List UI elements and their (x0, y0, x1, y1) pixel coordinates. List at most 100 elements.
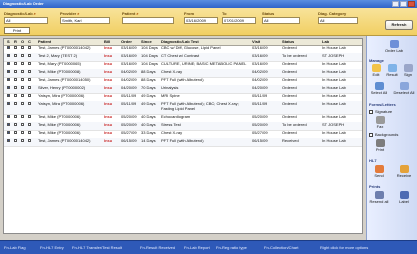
from-date-input[interactable]: 03/16/2009 (184, 17, 218, 24)
row-checkbox[interactable] (28, 62, 31, 65)
signature-checkbox[interactable]: Signature (369, 109, 392, 114)
row-checkbox[interactable] (14, 62, 17, 65)
backgrounds-checkbox-box[interactable] (369, 132, 373, 137)
row-checkbox[interactable] (7, 46, 10, 49)
row-checkbox[interactable] (21, 115, 24, 118)
fax-button[interactable]: Fax (371, 116, 389, 129)
refresh-button[interactable]: Refresh (385, 20, 413, 30)
row-checkbox[interactable] (7, 78, 10, 81)
receive-button[interactable]: Receive (392, 165, 416, 178)
row-checkbox[interactable] (21, 54, 24, 57)
patient-filter-label: Patient (122, 11, 136, 16)
edit-button[interactable]: Edit (368, 64, 384, 77)
row-checkbox[interactable] (21, 102, 24, 105)
row-checkbox[interactable] (28, 94, 31, 97)
cell-patient: Yatsyn, Mira (PT0000006) (38, 94, 85, 98)
row-checkbox[interactable] (28, 78, 31, 81)
row-checkbox[interactable] (28, 54, 31, 57)
status-item: Fn-Result Received (140, 245, 176, 250)
maximize-icon[interactable] (400, 1, 407, 7)
status-filter-select[interactable]: All (262, 17, 300, 24)
row-checkbox[interactable] (7, 123, 10, 126)
row-checkbox[interactable] (14, 115, 17, 118)
row-checkbox[interactable] (28, 131, 31, 134)
row-checkbox[interactable] (14, 86, 17, 89)
row-checkbox[interactable] (21, 131, 24, 134)
search-icon[interactable]: ⌕ (34, 11, 36, 16)
row-checkbox[interactable] (14, 70, 17, 73)
lab-filter-select[interactable]: All (4, 17, 48, 24)
row-checkbox[interactable] (14, 54, 17, 57)
row-checkbox[interactable] (7, 86, 10, 89)
cell-order: 06/15/09 (121, 139, 137, 143)
table-row[interactable]: Yatsyn, Mira (PT0000006) Insu 05/11/09 49 D… (4, 101, 362, 115)
search-icon[interactable]: ⌕ (77, 11, 79, 16)
minimize-icon[interactable] (392, 1, 399, 7)
result-button[interactable]: Result (384, 64, 400, 77)
cell-test: CBC w/ Diff, Glucose, Lipid Panel (161, 46, 221, 50)
row-checkbox[interactable] (14, 102, 17, 105)
row-checkbox[interactable] (7, 115, 10, 118)
diag-category-select[interactable]: All (318, 17, 358, 24)
row-checkbox[interactable] (21, 46, 24, 49)
backgrounds-checkbox[interactable]: Backgrounds (369, 132, 398, 137)
row-checkbox[interactable] (14, 46, 17, 49)
row-checkbox[interactable] (7, 70, 10, 73)
select-all-button[interactable]: Select All (368, 82, 390, 95)
order-lab-button[interactable]: Order Lab (381, 40, 407, 53)
row-checkbox[interactable] (14, 139, 17, 142)
row-checkbox[interactable] (7, 54, 10, 57)
resend-all-button[interactable]: Resend all (368, 191, 390, 204)
cell-since: 104 Days (141, 54, 158, 58)
close-icon[interactable] (408, 1, 415, 7)
row-checkbox[interactable] (28, 139, 31, 142)
row-checkbox[interactable] (7, 62, 10, 65)
row-checkbox[interactable] (7, 139, 10, 142)
signature-checkbox-box[interactable] (369, 109, 373, 114)
cell-lab: In House Lab (322, 78, 346, 82)
row-checkbox[interactable] (21, 139, 24, 142)
row-checkbox[interactable] (14, 131, 17, 134)
row-checkbox[interactable] (7, 131, 10, 134)
row-checkbox[interactable] (21, 70, 24, 73)
cell-status: Ordered (282, 94, 297, 98)
cell-order: 04/20/09 (121, 86, 137, 90)
send-button[interactable]: Send (368, 165, 390, 178)
deselect-all-button[interactable]: Deselect All (392, 82, 416, 95)
row-checkbox[interactable] (21, 94, 24, 97)
row-checkbox[interactable] (28, 70, 31, 73)
cell-status: Ordered (282, 46, 297, 50)
print-button[interactable]: Print (371, 139, 389, 152)
row-checkbox[interactable] (14, 78, 17, 81)
row-checkbox[interactable] (28, 115, 31, 118)
row-checkbox[interactable] (28, 123, 31, 126)
cell-order: 05/20/09 (121, 115, 137, 119)
provider-filter-select[interactable]: Smith, Karl (60, 17, 110, 24)
status-item: Fn-Lab Flag (4, 245, 26, 250)
row-checkbox[interactable] (14, 94, 17, 97)
patient-filter: Patient⌕ (122, 11, 174, 24)
row-checkbox[interactable] (28, 86, 31, 89)
row-checkbox[interactable] (21, 62, 24, 65)
to-date-input[interactable]: 07/01/2009 (222, 17, 256, 24)
row-checkbox[interactable] (28, 102, 31, 105)
row-checkbox[interactable] (7, 94, 10, 97)
row-checkbox[interactable] (7, 102, 10, 105)
row-checkbox[interactable] (28, 46, 31, 49)
cell-status: Received (282, 139, 299, 143)
row-checkbox[interactable] (21, 123, 24, 126)
label-button[interactable]: Label (392, 191, 416, 204)
sign-button[interactable]: Sign (400, 64, 416, 77)
table-row[interactable]: Test, James (PT0000014042) Insu 06/15/09 14… (4, 138, 362, 147)
select-all-label: Select All (370, 90, 388, 95)
cell-patient: Test, James (PT0000014042) (38, 46, 91, 50)
row-checkbox[interactable] (21, 78, 24, 81)
search-icon[interactable]: ⌕ (136, 11, 138, 16)
row-checkbox[interactable] (21, 86, 24, 89)
cell-lab: ST JOSEPH (322, 54, 345, 58)
patient-filter-input[interactable] (122, 17, 174, 24)
print-filter-button[interactable]: Print (4, 27, 30, 34)
cell-lab: In House Lab (322, 94, 346, 98)
label-icon (399, 191, 409, 199)
row-checkbox[interactable] (14, 123, 17, 126)
